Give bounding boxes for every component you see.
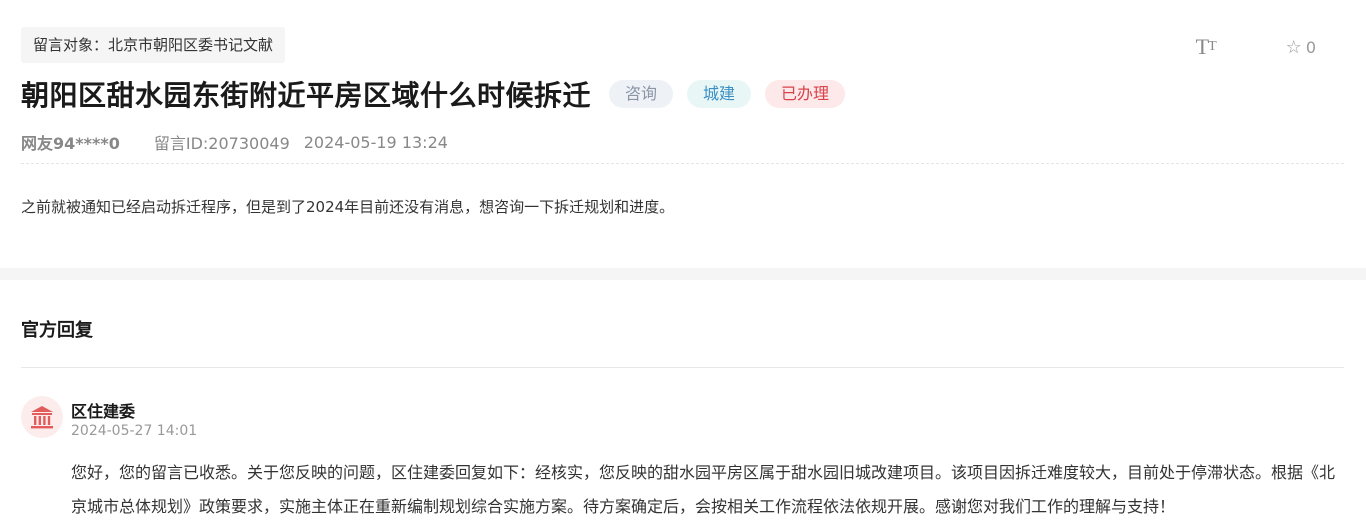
favorite-button[interactable]: ☆ 0 (1286, 37, 1316, 58)
favorite-count: 0 (1305, 37, 1316, 57)
reply-org-name: 区住建委 (71, 402, 136, 421)
reply-section-title: 官方回复 (21, 320, 93, 341)
section-separator (0, 268, 1366, 280)
author-name: 网友94****0 (21, 134, 120, 153)
reply-time: 2024-05-27 14:01 (71, 423, 198, 439)
tag-consult: 咨询 (609, 80, 674, 108)
message-id: 留言ID:20730049 (153, 134, 290, 153)
message-target-text: 留言对象：北京市朝阳区委书记文献 (33, 36, 274, 54)
government-building-icon (31, 406, 53, 429)
title-row: 朝阳区甜水园东街附近平房区域什么时候拆迁 咨询 城建 已办理 (21, 74, 846, 114)
meta-divider (21, 163, 1344, 164)
reply-divider (21, 367, 1344, 368)
message-content: 之前就被通知已经启动拆迁程序，但是到了2024年目前还没有消息，想咨询一下拆迁规… (21, 198, 675, 216)
status-badge: 已办理 (765, 80, 846, 108)
page-title: 朝阳区甜水园东街附近平房区域什么时候拆迁 (21, 79, 592, 112)
message-meta: 网友94****0 留言ID:20730049 2024-05-19 13:24 (21, 130, 448, 154)
toolbar: TT ☆ 0 (1196, 34, 1316, 60)
message-datetime: 2024-05-19 13:24 (303, 132, 448, 152)
reply-body: 您好，您的留言已收悉。关于您反映的问题，区住建委回复如下：经核实，您反映的甜水园… (71, 463, 1336, 516)
font-size-icon[interactable]: TT (1196, 34, 1217, 60)
star-outline-icon: ☆ (1285, 36, 1302, 58)
message-target-chip: 留言对象：北京市朝阳区委书记文献 (21, 27, 286, 63)
tag-category: 城建 (687, 80, 752, 108)
avatar (21, 396, 63, 438)
